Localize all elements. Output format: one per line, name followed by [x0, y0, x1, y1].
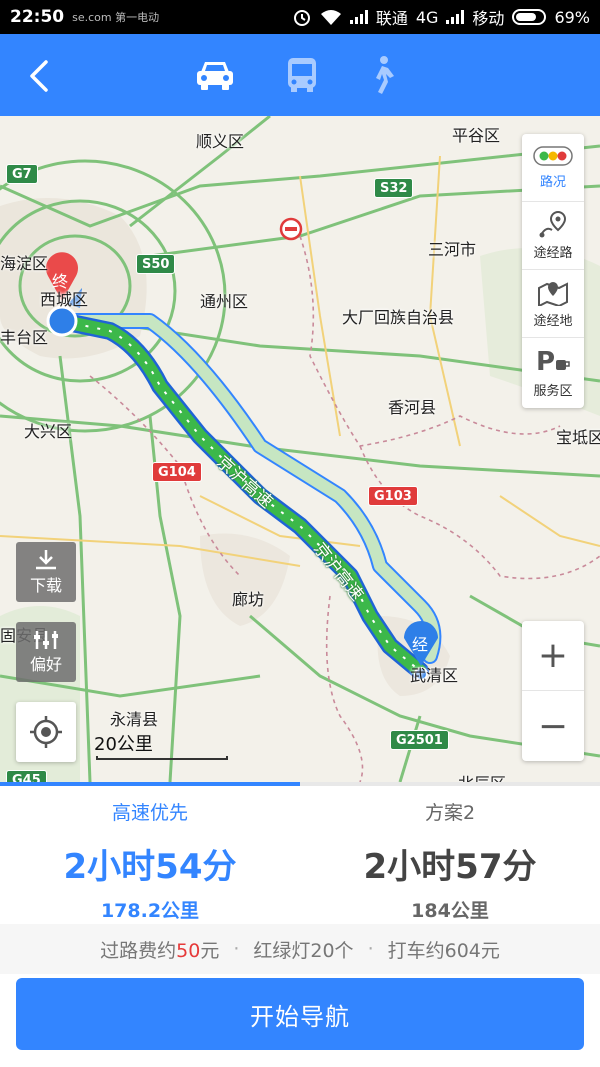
scale-label: 20公里: [94, 734, 153, 755]
place-wuqing: 武清区: [410, 666, 459, 685]
preference-label: 偏好: [29, 655, 62, 674]
bus-icon[interactable]: [280, 54, 324, 96]
separator-dot: ·: [233, 938, 240, 960]
toll-value: 50: [176, 939, 201, 962]
traffic-button[interactable]: 路况: [522, 134, 584, 202]
download-button[interactable]: 下载: [16, 542, 76, 602]
via-marker-label: 经: [412, 635, 429, 654]
waypoint-road-label: 途经路: [533, 246, 573, 261]
route-duration: 2小时54分: [63, 847, 237, 887]
walk-icon[interactable]: [360, 54, 404, 96]
route-duration: 2小时57分: [363, 847, 537, 887]
service-area-label: 服务区: [533, 383, 573, 399]
map-base: [0, 116, 600, 782]
place-fengtai: 丰台区: [0, 328, 49, 347]
place-sanhe: 三河市: [428, 240, 477, 259]
waypoint-place-button[interactable]: 途经地: [522, 270, 584, 338]
preference-button[interactable]: 偏好: [16, 622, 76, 682]
traffic-label: 路况: [539, 175, 566, 190]
battery-level: 69%: [554, 7, 590, 27]
zoom-in-button[interactable]: +: [522, 621, 584, 691]
back-icon[interactable]: [22, 56, 58, 96]
map-view[interactable]: 终 经 京沪高速 京沪高速 顺义区 平谷区 海淀区 西城区 丰台区 通州区 三河…: [0, 116, 600, 782]
download-label: 下载: [29, 576, 62, 595]
waypoint-road-button[interactable]: 途经路: [522, 202, 584, 270]
route-pin-icon: [539, 210, 567, 238]
status-time: 22:50: [10, 7, 65, 27]
place-shunyi: 顺义区: [196, 132, 245, 151]
route-info-row: 过路费约50元 · 红绿灯20个 · 打车约604元: [0, 924, 600, 974]
taxi-fare-info: 打车约604元: [387, 939, 500, 962]
carrier-1: 联通: [375, 9, 408, 28]
place-haidian: 海淀区: [0, 254, 49, 273]
watermark-text: se.com 第一电动: [72, 11, 160, 24]
alarm-icon: [293, 10, 310, 26]
route-name: 高速优先: [111, 802, 188, 824]
nav-header: [0, 34, 600, 116]
route-distance: 184公里: [411, 900, 489, 922]
shield-g45: G45: [6, 770, 47, 782]
shield-g7: G7: [6, 164, 38, 184]
network-type: 4G: [415, 7, 439, 27]
signal-icon: [349, 10, 368, 24]
separator-dot: ·: [367, 938, 374, 960]
signal-icon-2: [446, 10, 465, 24]
service-area-button[interactable]: P 服务区: [522, 338, 584, 406]
place-xicheng: 西城区: [40, 290, 89, 309]
toll-info: 过路费约50元: [100, 936, 219, 963]
traffic-lights-info: 红绿灯20个: [253, 939, 354, 962]
place-yongqing: 永清县: [110, 710, 159, 729]
map-tools-panel: 路况 途经路 途经地 P 服务区: [522, 134, 584, 408]
zoom-out-button[interactable]: −: [522, 691, 584, 761]
car-icon[interactable]: [193, 54, 237, 96]
zoom-control: + −: [522, 621, 584, 761]
carrier-2: 移动: [472, 9, 505, 28]
route-option-2[interactable]: 方案2 2小时57分 184公里: [300, 786, 600, 924]
traffic-icon: [533, 146, 573, 166]
place-baodi: 宝坻区: [556, 428, 600, 447]
locate-button[interactable]: [16, 702, 76, 762]
download-icon: [36, 550, 56, 570]
sliders-icon: [34, 631, 58, 649]
start-navigation-button[interactable]: 开始导航: [16, 978, 584, 1050]
toll-unit: 元: [200, 939, 220, 962]
toll-prefix: 过路费约: [100, 939, 177, 962]
place-dachang: 大厂回族自治县: [342, 308, 455, 327]
place-pinggu: 平谷区: [452, 126, 501, 145]
svg-text:P: P: [536, 347, 555, 376]
place-beichen: 北辰区: [458, 770, 506, 782]
place-daxing: 大兴区: [24, 422, 73, 441]
route-options: 高速优先 2小时54分 178.2公里 方案2 2小时57分 184公里: [0, 786, 600, 924]
crosshair-icon: [30, 716, 62, 748]
waypoint-place-label: 途经地: [533, 314, 573, 329]
route-option-1[interactable]: 高速优先 2小时54分 178.2公里: [0, 786, 300, 924]
place-xianghe: 香河县: [388, 398, 437, 417]
shield-g103: G103: [368, 486, 418, 506]
parking-cafe-icon: P: [536, 347, 570, 376]
status-bar: 22:50 se.com 第一电动 联通 4G 移动 69%: [0, 0, 600, 34]
route-distance: 178.2公里: [100, 900, 200, 922]
route-name: 方案2: [424, 802, 476, 824]
status-right: 联通 4G 移动 69%: [292, 5, 590, 29]
place-langfang: 廊坊: [232, 590, 265, 609]
map-pin-icon: [538, 282, 568, 306]
shield-s50: S50: [136, 254, 176, 274]
shield-s32: S32: [374, 178, 414, 198]
scale-bar: [96, 756, 228, 760]
place-tongzhou: 通州区: [200, 292, 249, 311]
shield-g2501: G2501: [390, 730, 449, 750]
shield-g104: G104: [152, 462, 202, 482]
wifi-icon: [320, 10, 341, 25]
battery-icon: [512, 9, 547, 25]
